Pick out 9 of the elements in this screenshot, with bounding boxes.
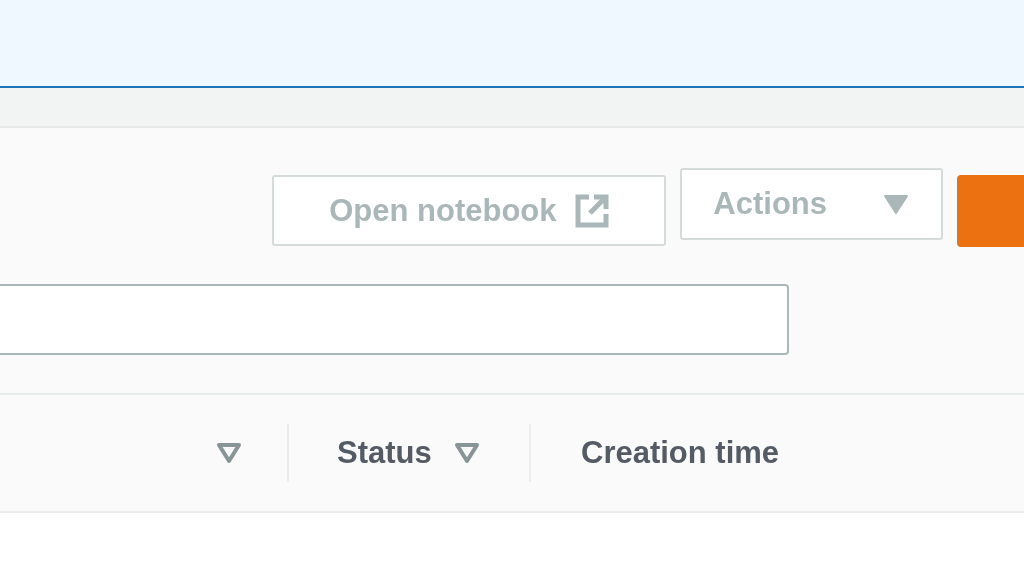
caret-icon [883, 194, 910, 214]
column-label: Status [337, 435, 432, 471]
column-label: Creation time [581, 435, 780, 471]
search-field[interactable] [0, 284, 789, 355]
column-header[interactable]: Status [287, 424, 529, 482]
sort-icon[interactable] [453, 442, 480, 464]
sort-icon[interactable] [216, 442, 242, 464]
column-header[interactable]: Creation time [529, 424, 780, 482]
external-link-icon [574, 193, 609, 228]
